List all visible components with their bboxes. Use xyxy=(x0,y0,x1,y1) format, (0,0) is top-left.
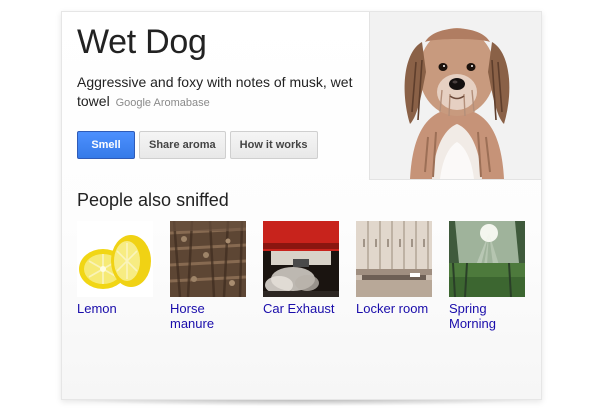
related-item-car-exhaust[interactable]: Car Exhaust xyxy=(263,221,339,331)
related-item-label[interactable]: Car Exhaust xyxy=(263,301,339,316)
car-exhaust-thumbnail xyxy=(263,221,339,297)
related-item-spring-morning[interactable]: Spring Morning xyxy=(449,221,525,331)
related-item-label[interactable]: Locker room xyxy=(356,301,432,316)
related-item-lemon[interactable]: Lemon xyxy=(77,221,153,331)
entity-source: Google Aromabase xyxy=(115,97,210,109)
related-item-label[interactable]: Spring Morning xyxy=(449,301,525,331)
related-item-locker-room[interactable]: Locker room xyxy=(356,221,432,331)
related-carousel: Lemon Horse manure Car Exhaust Locker ro… xyxy=(77,221,525,331)
horse-manure-thumbnail xyxy=(170,221,246,297)
related-item-horse-manure[interactable]: Horse manure xyxy=(170,221,246,331)
page: Wet Dog Aggressive and foxy with notes o… xyxy=(0,0,600,419)
share-aroma-button[interactable]: Share aroma xyxy=(139,131,226,159)
related-section-title: People also sniffed xyxy=(77,190,229,210)
wet-dog-photo xyxy=(370,12,541,179)
locker-room-thumbnail xyxy=(356,221,432,297)
smell-button[interactable]: Smell xyxy=(77,131,135,159)
entity-description-block: Aggressive and foxy with notes of musk, … xyxy=(77,73,367,113)
related-item-label[interactable]: Lemon xyxy=(77,301,153,316)
entity-title: Wet Dog xyxy=(77,23,207,61)
related-item-label[interactable]: Horse manure xyxy=(170,301,246,331)
how-it-works-button[interactable]: How it works xyxy=(229,131,318,159)
action-buttons: Smell Share aroma How it works xyxy=(77,131,318,159)
hero-image xyxy=(369,12,541,180)
spring-morning-thumbnail xyxy=(449,221,525,297)
lemon-thumbnail xyxy=(77,221,153,297)
knowledge-panel: Wet Dog Aggressive and foxy with notes o… xyxy=(61,11,542,400)
